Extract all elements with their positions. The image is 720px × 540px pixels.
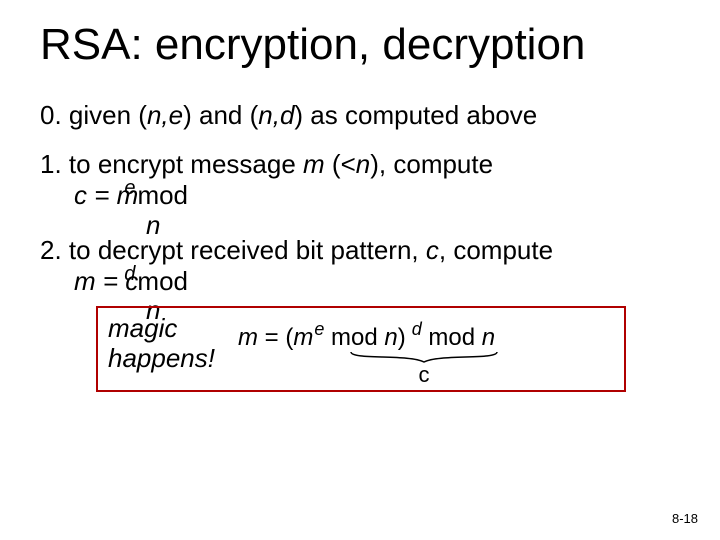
f2-m: m = [74,266,125,296]
eq-n1: n [384,324,397,351]
magic-l2: happens! [108,343,215,373]
step1-n: n [356,149,370,179]
f1-mod: mod [137,180,188,211]
eq-mod2: mod [422,324,482,351]
magic-left: magic happens! [108,314,228,374]
step-1: 1. to encrypt message m (<n), compute c … [40,149,680,241]
eq-m: m [238,324,258,351]
step0-tail: ) as computed above [294,100,537,130]
step0-d: d [280,100,294,130]
f1-c: c = [74,180,117,210]
step0-mid: ) and ( [183,100,258,130]
eq-mod1: mod [324,324,384,351]
step1-cond2: ), compute [370,149,493,179]
f2-d: d [124,263,135,285]
page-number: 8-18 [672,511,698,526]
slide-body: 0. given (n,e) and (n,d) as computed abo… [40,100,680,326]
eq-m2: m [293,324,313,351]
slide-title: RSA: encryption, decryption [40,20,585,70]
step-0: 0. given (n,e) and (n,d) as computed abo… [40,100,680,131]
eq-eq: = ( [258,324,293,351]
eq-close: ) [398,324,406,351]
eq-d: d [407,319,422,339]
eq-n2: n [482,324,495,351]
step0-n2: n, [258,100,280,130]
step0-label: 0. given ( [40,100,147,130]
magic-equation: m = (me mod n) d mod n [238,324,495,352]
step0-n: n, [147,100,169,130]
underbrace: c [344,350,504,388]
f2-mod: mod [137,266,188,297]
step0-e: e [169,100,183,130]
step1-m: m [303,149,325,179]
magic-l1: magic [108,313,177,343]
magic-box: magic happens! m = (me mod n) d mod n c [96,306,626,392]
brace-label: c [344,362,504,388]
f1-e: e [124,177,135,199]
f1-n: n [146,210,680,241]
step1-cond: (< [325,149,356,179]
slide: RSA: encryption, decryption 0. given (n,… [0,0,720,540]
eq-e: e [314,319,324,339]
step1-line: 1. to encrypt message [40,149,303,179]
step1-formula: c = me mod n [74,180,680,240]
